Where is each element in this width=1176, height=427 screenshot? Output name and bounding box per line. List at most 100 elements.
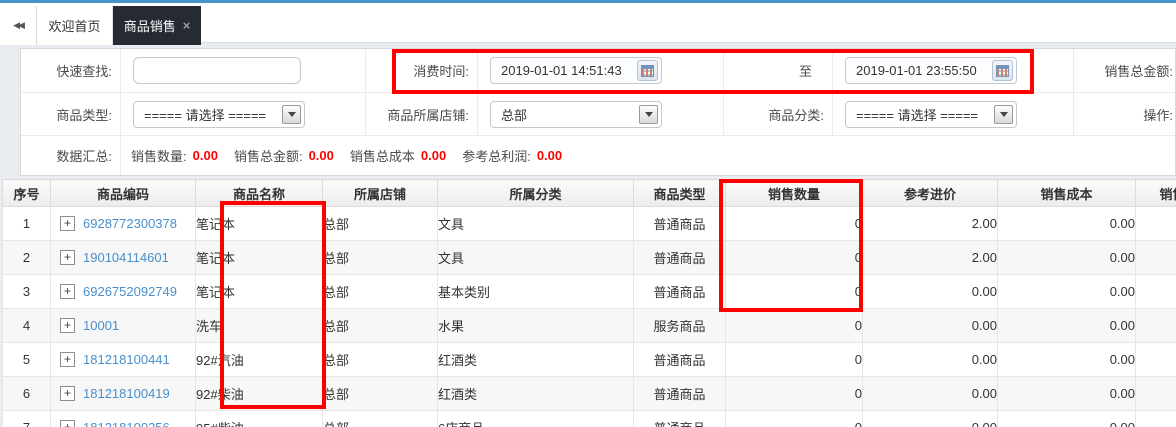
table-header-row: 序号 商品编码 商品名称 所属店铺 所属分类 商品类型 销售数量 参考进价 销售… bbox=[2, 179, 1176, 207]
row-index: 4 bbox=[2, 308, 51, 343]
time-from-value: 2019-01-01 14:51:43 bbox=[501, 63, 622, 78]
operation-label: 操作: bbox=[1073, 92, 1175, 135]
row-index: 6 bbox=[2, 376, 51, 411]
product-code-link[interactable]: 6926752092749 bbox=[83, 284, 177, 299]
calendar-icon bbox=[641, 64, 654, 77]
close-tab-icon[interactable]: × bbox=[183, 19, 191, 32]
time-to-value: 2019-01-01 23:55:50 bbox=[856, 63, 977, 78]
category-label: 商品分类: bbox=[723, 92, 832, 135]
product-code-cell: 181218100441 bbox=[50, 342, 196, 377]
expand-row-icon[interactable] bbox=[60, 386, 75, 401]
summary-sales-amount: 销售总金额: 0.00 bbox=[233, 148, 334, 164]
row-index: 1 bbox=[2, 206, 51, 241]
sales-amount-cell bbox=[1135, 206, 1176, 241]
time-from-input[interactable]: 2019-01-01 14:51:43 bbox=[490, 57, 662, 84]
shop-cell: 总部 bbox=[322, 240, 438, 275]
col-header-shop: 所属店铺 bbox=[322, 179, 438, 207]
product-code-cell: 181218100256 bbox=[50, 410, 196, 427]
product-type-cell: 普通商品 bbox=[633, 342, 726, 377]
product-name-cell: 95#柴油 bbox=[195, 410, 323, 427]
product-code-link[interactable]: 181218100419 bbox=[83, 386, 170, 401]
collapse-tabs-button[interactable]: ◀◀ bbox=[0, 6, 37, 45]
table-row: 7 181218100256 95#柴油 总部 6店商品 普通商品 0 0.00… bbox=[2, 410, 1176, 427]
category-cell: 红酒类 bbox=[437, 342, 634, 377]
filter-panel: 快速查找: 消费时间: 2019-01-01 14:51:43 至 2019-0… bbox=[20, 48, 1176, 176]
product-type-cell: 普通商品 bbox=[633, 206, 726, 241]
summary-ref-profit: 参考总利润: 0.00 bbox=[462, 148, 563, 164]
row-index: 3 bbox=[2, 274, 51, 309]
category-value: ===== 请选择 ===== bbox=[856, 107, 979, 123]
product-name-cell: 92#柴油 bbox=[195, 376, 323, 411]
dropdown-button[interactable] bbox=[639, 104, 658, 124]
expand-row-icon[interactable] bbox=[60, 420, 75, 427]
dropdown-button[interactable] bbox=[282, 104, 301, 124]
ref-price-cell: 0.00 bbox=[862, 376, 998, 411]
product-code-cell: 10001 bbox=[50, 308, 196, 343]
sales-amount-cell bbox=[1135, 274, 1176, 309]
row-index: 2 bbox=[2, 240, 51, 275]
col-header-sales-qty: 销售数量 bbox=[725, 179, 863, 207]
ref-price-cell: 2.00 bbox=[862, 206, 998, 241]
summary-sales-amount-value: 0.00 bbox=[308, 148, 334, 163]
product-code-link[interactable]: 10001 bbox=[83, 318, 119, 333]
table-row: 3 6926752092749 笔记本 总部 基本类别 普通商品 0 0.00 … bbox=[2, 274, 1176, 309]
product-type-cell: 服务商品 bbox=[633, 308, 726, 343]
col-header-product-name: 商品名称 bbox=[195, 179, 323, 207]
product-code-link[interactable]: 181218100441 bbox=[83, 352, 170, 367]
product-name-cell: 笔记本 bbox=[195, 240, 323, 275]
calendar-button[interactable] bbox=[637, 60, 658, 81]
product-code-link[interactable]: 181218100256 bbox=[83, 420, 170, 427]
table-row: 2 190104114601 笔记本 总部 文具 普通商品 0 2.00 0.0… bbox=[2, 240, 1176, 275]
sales-qty-cell: 0 bbox=[725, 206, 863, 241]
product-name-cell: 洗车 bbox=[195, 308, 323, 343]
summary-sales-qty: 销售数量: 0.00 bbox=[131, 148, 218, 164]
product-code-cell: 181218100419 bbox=[50, 376, 196, 411]
summary-ref-profit-value: 0.00 bbox=[536, 148, 563, 163]
sales-qty-cell: 0 bbox=[725, 376, 863, 411]
product-type-cell: 普通商品 bbox=[633, 376, 726, 411]
expand-row-icon[interactable] bbox=[60, 284, 75, 299]
expand-row-icon[interactable] bbox=[60, 318, 75, 333]
ref-price-cell: 0.00 bbox=[862, 410, 998, 427]
row-index: 7 bbox=[2, 410, 51, 427]
category-cell: 红酒类 bbox=[437, 376, 634, 411]
tab-welcome-home[interactable]: 欢迎首页 bbox=[37, 6, 113, 45]
category-cell: 水果 bbox=[437, 308, 634, 343]
shop-cell: 总部 bbox=[322, 274, 438, 309]
summary-sales-qty-value: 0.00 bbox=[192, 148, 218, 163]
time-to-input[interactable]: 2019-01-01 23:55:50 bbox=[845, 57, 1017, 84]
sales-qty-cell: 0 bbox=[725, 308, 863, 343]
table-row: 1 6928772300378 笔记本 总部 文具 普通商品 0 2.00 0.… bbox=[2, 206, 1176, 241]
category-cell: 6店商品 bbox=[437, 410, 634, 427]
tab-welcome-label: 欢迎首页 bbox=[48, 19, 101, 34]
ref-price-cell: 0.00 bbox=[862, 342, 998, 377]
product-code-link[interactable]: 190104114601 bbox=[83, 250, 169, 265]
col-header-ref-price: 参考进价 bbox=[862, 179, 998, 207]
quick-find-input[interactable] bbox=[133, 57, 301, 84]
expand-row-icon[interactable] bbox=[60, 352, 75, 367]
product-code-cell: 6926752092749 bbox=[50, 274, 196, 309]
to-label: 至 bbox=[723, 49, 832, 92]
sales-cost-cell: 0.00 bbox=[997, 376, 1136, 411]
shop-select[interactable]: 总部 bbox=[490, 100, 662, 128]
row-index: 5 bbox=[2, 342, 51, 377]
tab-bar: ◀◀ 欢迎首页 商品销售 × bbox=[0, 0, 1176, 45]
calendar-button[interactable] bbox=[992, 60, 1013, 81]
dropdown-button[interactable] bbox=[994, 104, 1013, 124]
total-amount-label: 销售总金额: bbox=[1073, 49, 1175, 92]
sales-cost-cell: 0.00 bbox=[997, 410, 1136, 427]
product-type-cell: 普通商品 bbox=[633, 240, 726, 275]
category-select[interactable]: ===== 请选择 ===== bbox=[845, 100, 1017, 128]
tab-product-sales[interactable]: 商品销售 × bbox=[113, 6, 201, 45]
shop-cell: 总部 bbox=[322, 376, 438, 411]
product-type-select[interactable]: ===== 请选择 ===== bbox=[133, 100, 305, 128]
calendar-icon bbox=[996, 64, 1009, 77]
product-code-link[interactable]: 6928772300378 bbox=[83, 216, 177, 231]
table-row: 4 10001 洗车 总部 水果 服务商品 0 0.00 0.00 bbox=[2, 308, 1176, 343]
expand-row-icon[interactable] bbox=[60, 216, 75, 231]
expand-row-icon[interactable] bbox=[60, 250, 75, 265]
product-code-cell: 190104114601 bbox=[50, 240, 196, 275]
chevron-down-icon bbox=[287, 111, 296, 117]
sales-qty-cell: 0 bbox=[725, 342, 863, 377]
sales-qty-cell: 0 bbox=[725, 410, 863, 427]
